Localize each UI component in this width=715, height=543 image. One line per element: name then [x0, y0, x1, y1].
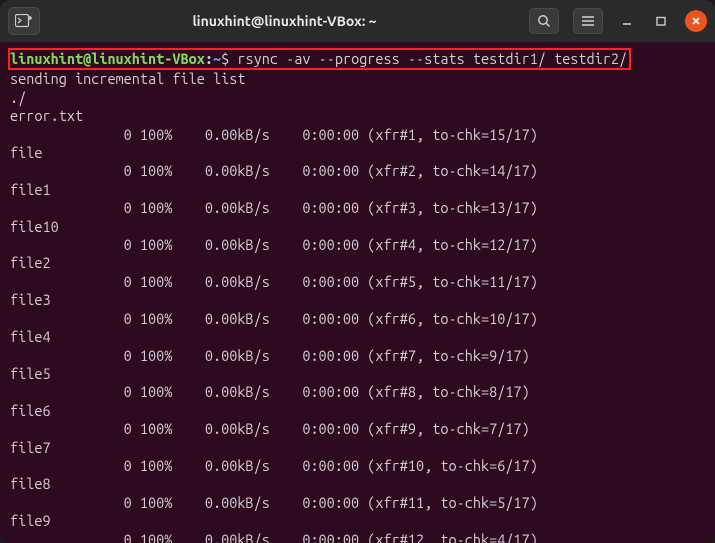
hamburger-icon: [581, 15, 595, 27]
file-stats: 0 100% 0.00kB/s 0:00:00 (xfr#1, to-chk=1…: [10, 126, 705, 144]
maximize-icon: [655, 15, 667, 27]
file-stats: 0 100% 0.00kB/s 0:00:00 (xfr#6, to-chk=1…: [10, 310, 705, 328]
file-stats: 0 100% 0.00kB/s 0:00:00 (xfr#7, to-chk=9…: [10, 347, 705, 365]
command-text: rsync -av --progress --stats testdir1/ t…: [237, 50, 627, 67]
window-title: linuxhint@linuxhint-VBox: ~: [48, 13, 521, 29]
prompt-path: ~: [213, 50, 221, 67]
file-stats: 0 100% 0.00kB/s 0:00:00 (xfr#9, to-chk=7…: [10, 420, 705, 438]
titlebar-right: [529, 8, 707, 34]
file-name: file4: [10, 328, 705, 346]
terminal-body[interactable]: linuxhint@linuxhint-VBox:~$ rsync -av --…: [0, 42, 715, 543]
minimize-icon: [621, 15, 633, 27]
command-highlight: linuxhint@linuxhint-VBox:~$ rsync -av --…: [8, 48, 631, 70]
menu-button[interactable]: [573, 8, 603, 34]
file-name: file6: [10, 402, 705, 420]
terminal-window: linuxhint@linuxhint-VBox: ~: [0, 0, 715, 543]
output-entries: error.txt 0 100% 0.00kB/s 0:00:00 (xfr#1…: [10, 107, 705, 543]
terminal-plus-icon: [15, 14, 33, 28]
file-stats: 0 100% 0.00kB/s 0:00:00 (xfr#5, to-chk=1…: [10, 273, 705, 291]
output-dotslash: ./: [10, 89, 705, 107]
titlebar: linuxhint@linuxhint-VBox: ~: [0, 0, 715, 42]
minimize-button[interactable]: [617, 11, 637, 31]
file-name: file2: [10, 254, 705, 272]
file-name: file10: [10, 218, 705, 236]
close-button[interactable]: [685, 10, 707, 32]
file-name: file3: [10, 291, 705, 309]
prompt-line: linuxhint@linuxhint-VBox:~$ rsync -av --…: [10, 48, 705, 70]
file-stats: 0 100% 0.00kB/s 0:00:00 (xfr#11, to-chk=…: [10, 494, 705, 512]
close-icon: [691, 16, 701, 26]
file-name: file7: [10, 439, 705, 457]
new-tab-button[interactable]: [8, 7, 40, 35]
file-stats: 0 100% 0.00kB/s 0:00:00 (xfr#3, to-chk=1…: [10, 199, 705, 217]
prompt-user-host: linuxhint@linuxhint-VBox: [10, 50, 205, 67]
file-name: file9: [10, 512, 705, 530]
file-name: error.txt: [10, 107, 705, 125]
output-header: sending incremental file list: [10, 70, 705, 88]
file-name: file1: [10, 181, 705, 199]
file-stats: 0 100% 0.00kB/s 0:00:00 (xfr#2, to-chk=1…: [10, 162, 705, 180]
file-name: file5: [10, 365, 705, 383]
file-stats: 0 100% 0.00kB/s 0:00:00 (xfr#4, to-chk=1…: [10, 236, 705, 254]
search-button[interactable]: [529, 8, 559, 34]
file-stats: 0 100% 0.00kB/s 0:00:00 (xfr#10, to-chk=…: [10, 457, 705, 475]
titlebar-left: [8, 7, 40, 35]
file-stats: 0 100% 0.00kB/s 0:00:00 (xfr#12, to-chk=…: [10, 531, 705, 543]
file-stats: 0 100% 0.00kB/s 0:00:00 (xfr#8, to-chk=8…: [10, 383, 705, 401]
maximize-button[interactable]: [651, 11, 671, 31]
search-icon: [537, 14, 551, 28]
file-name: file8: [10, 475, 705, 493]
file-name: file: [10, 144, 705, 162]
